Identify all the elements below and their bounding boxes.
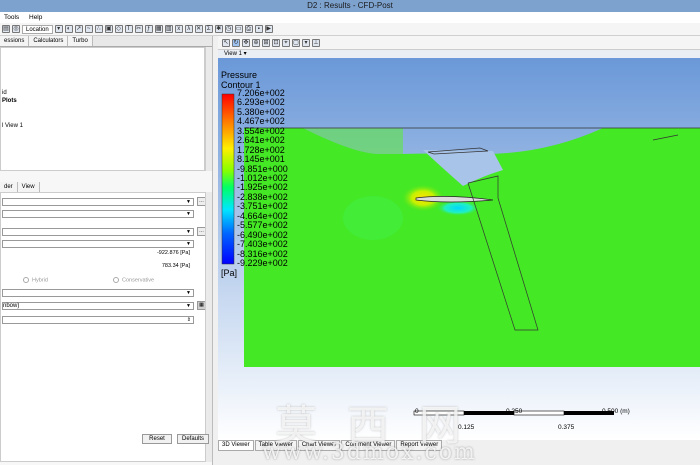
- scale-label-375: 0.375: [558, 424, 575, 431]
- zoom-icon[interactable]: ⊕: [252, 38, 260, 47]
- contour-icon[interactable]: ◐: [64, 25, 73, 33]
- radio-conservative-label: Conservative: [122, 277, 155, 284]
- menu-help[interactable]: Help: [25, 14, 46, 21]
- probe-icon[interactable]: ⌖: [282, 38, 290, 47]
- print-icon[interactable]: ⎙: [244, 25, 253, 33]
- function-icon[interactable]: λ: [184, 25, 193, 33]
- left-panel: essions Calculators Turbo id Plots l Vie…: [0, 36, 213, 465]
- animation-icon[interactable]: ▶: [264, 25, 273, 33]
- zoom-box-icon[interactable]: ⊞: [262, 38, 270, 47]
- pan-icon[interactable]: ✥: [242, 38, 250, 47]
- menu-tools[interactable]: Tools: [0, 14, 23, 21]
- viewport-canvas[interactable]: [218, 58, 700, 440]
- radio-hybrid-label: Hybrid: [32, 277, 48, 284]
- streamline-icon[interactable]: ~: [84, 25, 93, 33]
- outline-tree: id Plots l View 1: [0, 47, 205, 171]
- radio-conservative[interactable]: Conservative: [113, 277, 154, 283]
- isosurface-icon[interactable]: ◇: [114, 25, 123, 33]
- chevron-down-icon: ▼: [186, 303, 191, 309]
- radio-icon: [113, 277, 119, 283]
- range-dropdown[interactable]: ▼: [2, 240, 194, 248]
- particle-icon[interactable]: ∴: [94, 25, 103, 33]
- menu-bar: Tools Help: [0, 12, 700, 23]
- viewer-toolbar: ↖ ↻ ✥ ⊕ ⊞ ⊡ ⌖ ▢ ▾ ⊥: [218, 36, 700, 50]
- details-scrollbar[interactable]: [205, 192, 212, 462]
- open-icon[interactable]: ▤: [2, 25, 10, 33]
- scale-label-500: 0.500 (m): [602, 408, 630, 415]
- 3d-viewport[interactable]: Pressure Contour 1 7.206e+002 6.293e+002 5…: [218, 58, 700, 440]
- tab-calculators[interactable]: Calculators: [29, 36, 69, 46]
- chevron-down-icon: ▼: [186, 241, 191, 247]
- main-toolbar: ▤ ◎ Location ▾ ◐ ↗ ~ ∴ ▣ ◇ T ✂ ƒ ▦ ▥ x λ…: [0, 23, 700, 36]
- min-value: -922.876 [Pa]: [156, 250, 190, 256]
- legend-unit: [Pa]: [221, 268, 238, 278]
- tree-item-plots[interactable]: Plots: [2, 98, 17, 104]
- details-tabs: der View: [0, 182, 213, 192]
- chevron-down-icon: ▼: [186, 199, 191, 205]
- tab-render[interactable]: der: [0, 182, 18, 192]
- contour-levels-spinner[interactable]: ⇕: [2, 316, 194, 324]
- scale-label-250: 0.250: [506, 408, 523, 415]
- variable-dropdown[interactable]: ▼: [2, 228, 194, 236]
- defaults-button[interactable]: Defaults: [177, 434, 209, 444]
- spinner-icon: ⇕: [186, 317, 191, 323]
- radio-icon: [23, 277, 29, 283]
- delete-icon[interactable]: ✕: [194, 25, 203, 33]
- turbo-icon[interactable]: ✱: [214, 25, 223, 33]
- tab-3d-viewer[interactable]: 3D Viewer: [218, 440, 254, 451]
- domains-dropdown[interactable]: ▼: [2, 198, 194, 206]
- calculator-icon[interactable]: Σ: [204, 25, 213, 33]
- tab-expressions[interactable]: essions: [0, 36, 30, 46]
- location-button[interactable]: Location: [22, 24, 53, 34]
- reset-button[interactable]: Reset: [142, 434, 172, 444]
- table-icon[interactable]: ▦: [154, 25, 163, 33]
- color-map-dropdown[interactable]: nbow) ▼: [2, 302, 194, 310]
- vector-icon[interactable]: ↗: [74, 25, 83, 33]
- details-panel: ▼ … ▼ ▼ … ▼ -922.876 [Pa] 783.34 [Pa] Hy…: [0, 192, 210, 462]
- chart-icon[interactable]: ▥: [164, 25, 173, 33]
- chevron-down-icon[interactable]: ▾: [54, 25, 63, 33]
- view-selector[interactable]: View 1 ▾: [218, 50, 700, 58]
- rotate-icon[interactable]: ↻: [232, 38, 240, 47]
- max-value: 783.34 [Pa]: [161, 263, 190, 269]
- expression-icon[interactable]: ƒ: [144, 25, 153, 33]
- tab-turbo[interactable]: Turbo: [68, 36, 93, 46]
- text-icon[interactable]: T: [124, 25, 133, 33]
- axes-icon[interactable]: ⊥: [312, 38, 320, 47]
- wake-zone: [343, 196, 403, 240]
- tree-item-hybrid[interactable]: id: [2, 90, 7, 96]
- watermark-url: www.3dmox.com: [262, 440, 477, 465]
- cfd-post-window: D2 : Results - CFD-Post Tools Help ▤ ◎ L…: [0, 0, 700, 465]
- low-pressure-zone: [436, 200, 480, 216]
- legend-label: -9.229e+002: [237, 258, 288, 268]
- zoom-fit-icon[interactable]: ⊡: [272, 38, 280, 47]
- legend-colorbar: [221, 93, 235, 265]
- save-icon[interactable]: ▪: [254, 25, 263, 33]
- variable-icon[interactable]: x: [174, 25, 183, 33]
- tab-view[interactable]: View: [17, 182, 40, 192]
- volume-icon[interactable]: ▣: [104, 25, 113, 33]
- legend-title: Pressure: [221, 70, 258, 80]
- clock-icon[interactable]: ◷: [224, 25, 233, 33]
- radio-hybrid[interactable]: Hybrid: [23, 277, 48, 283]
- select-icon[interactable]: ↖: [222, 38, 230, 47]
- clip-icon[interactable]: ✂: [134, 25, 143, 33]
- tree-scrollbar[interactable]: [205, 47, 212, 171]
- layout-icon[interactable]: ▢: [292, 38, 300, 47]
- chevron-down-icon: ▼: [186, 229, 191, 235]
- chevron-down-icon: ▼: [186, 211, 191, 217]
- color-map-value: nbow): [3, 303, 20, 309]
- location-icon[interactable]: ◎: [12, 25, 20, 33]
- window-title: D2 : Results - CFD-Post: [0, 0, 700, 12]
- chevron-down-icon[interactable]: ▾: [302, 38, 310, 47]
- color-scale-dropdown[interactable]: ▼: [2, 289, 194, 297]
- outline-tabs: essions Calculators Turbo: [0, 36, 212, 47]
- view-label: View 1: [224, 51, 242, 57]
- tree-item-view1[interactable]: l View 1: [2, 123, 23, 129]
- camera-icon[interactable]: ▭: [234, 25, 243, 33]
- chevron-down-icon: ▼: [186, 290, 191, 296]
- locations-dropdown[interactable]: ▼: [2, 210, 194, 218]
